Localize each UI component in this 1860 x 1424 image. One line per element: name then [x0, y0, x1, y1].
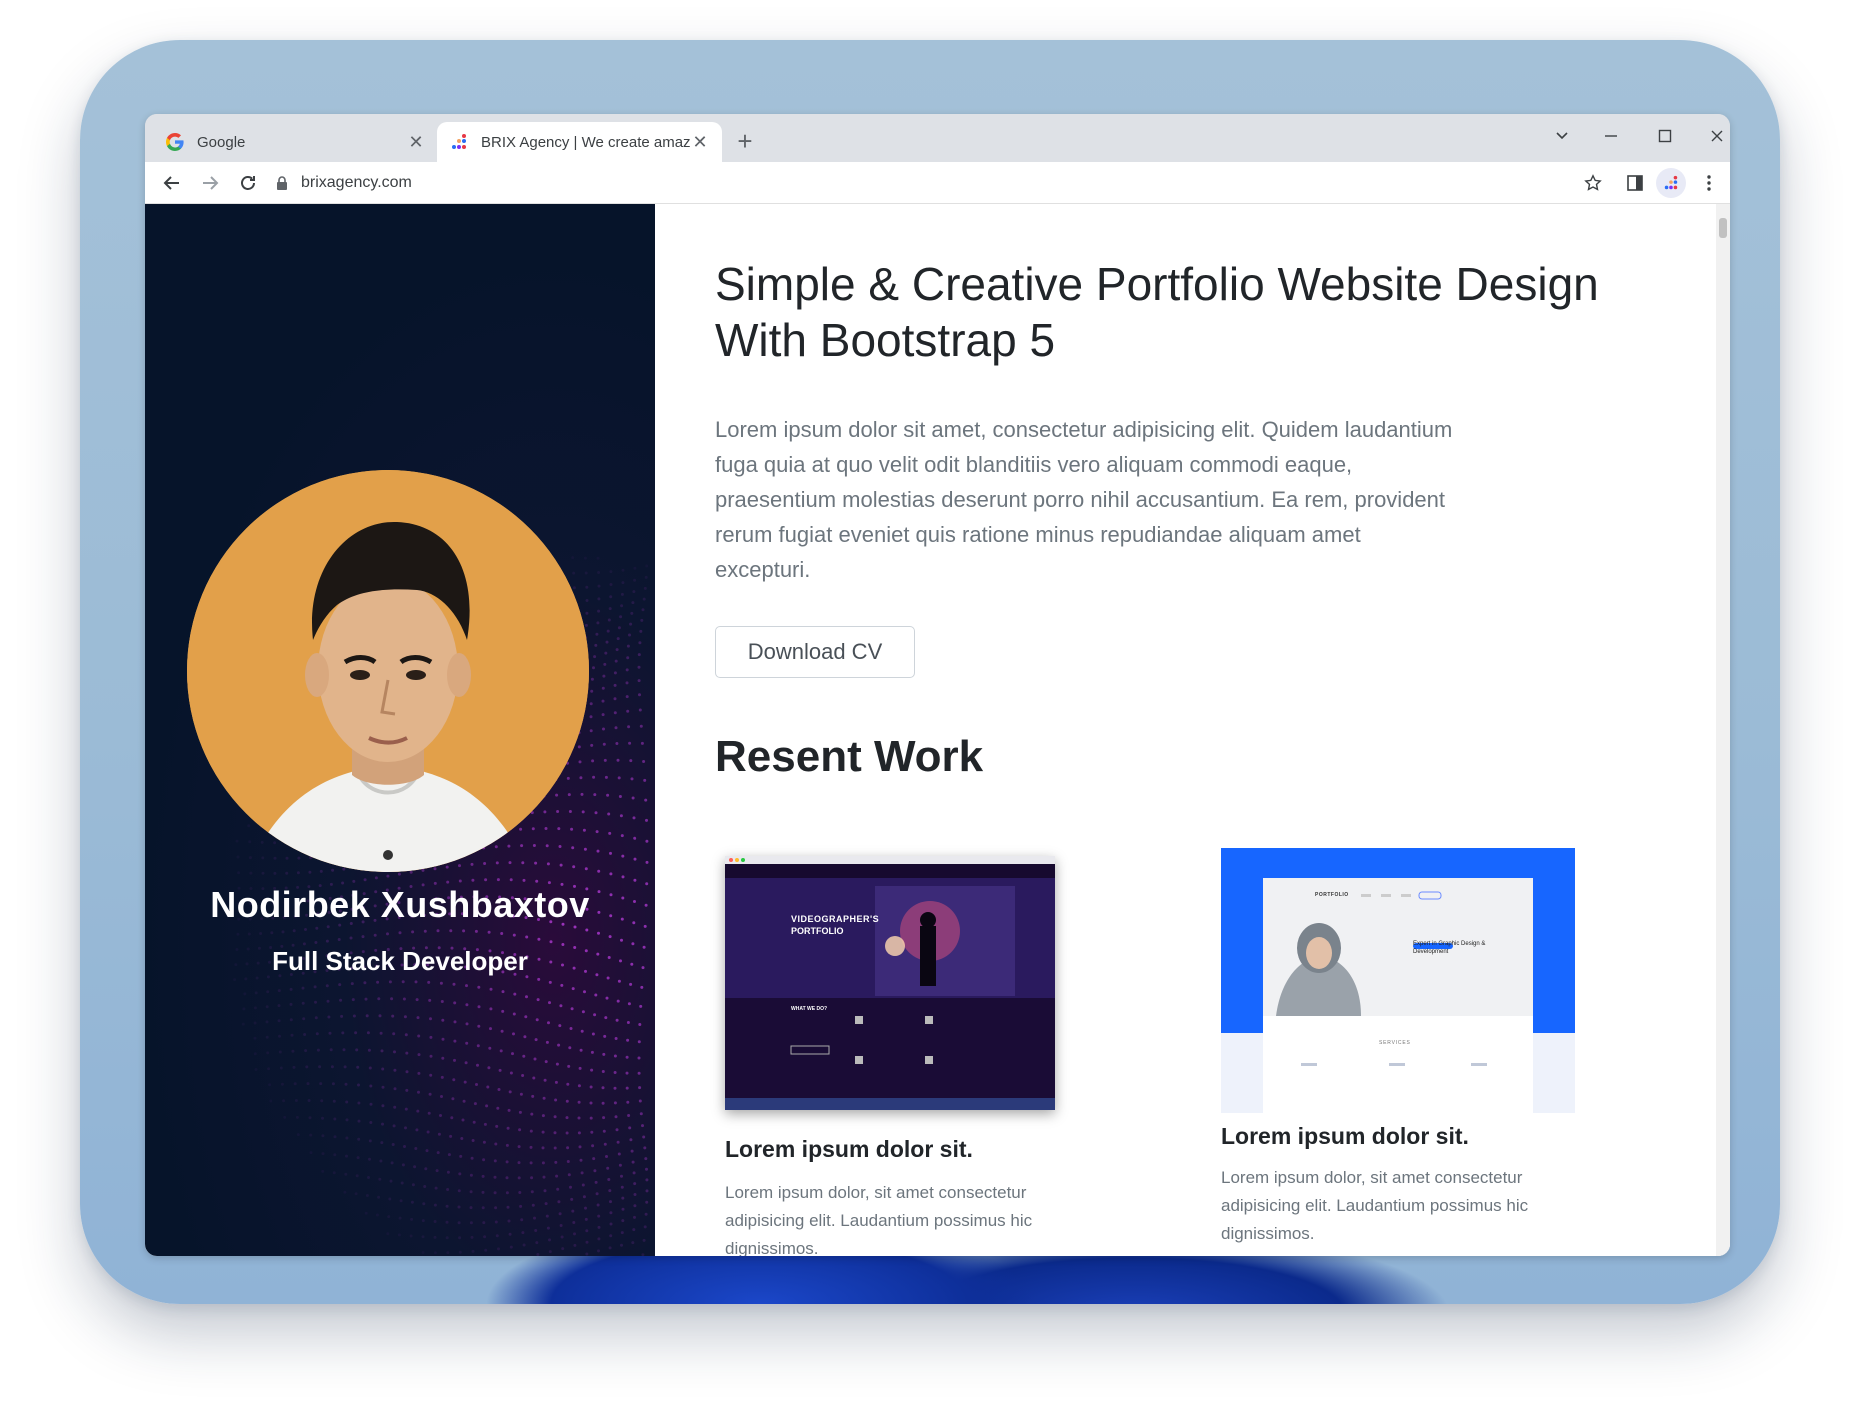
tab-google[interactable]: Google ✕: [153, 122, 438, 162]
tab-search-icon[interactable]: [1540, 122, 1584, 150]
close-tab-icon[interactable]: ✕: [406, 132, 426, 152]
thumb-section-label: SERVICES: [1379, 1040, 1411, 1046]
thumb-hero-line2: PORTFOLIO: [791, 926, 844, 936]
google-g-icon: [165, 132, 185, 152]
close-tab-icon[interactable]: ✕: [690, 132, 710, 152]
thumb-tagline: Expert in Graphic Design & Development: [1413, 941, 1486, 955]
tab-title: Google: [197, 133, 246, 151]
section-title: Resent Work: [715, 732, 984, 781]
profile-name: Nodirbek Xushbaxtov: [210, 884, 590, 925]
menu-kebab-icon[interactable]: [1694, 168, 1724, 198]
url-text: brixagency.com: [301, 174, 412, 191]
work-card-text: Lorem ipsum dolor, sit amet consectetur …: [1221, 1168, 1529, 1243]
work-card[interactable]: VIDEOGRAPHER'S PORTFOLIO WHAT WE DO? Lor…: [725, 856, 1055, 1256]
page-viewport: Nodirbek Xushbaxtov Full Stack Developer…: [145, 204, 1730, 1256]
tab-title: BRIX Agency | We create amazi: [481, 133, 690, 151]
back-arrow-icon[interactable]: [157, 168, 187, 198]
address-bar[interactable]: brixagency.com: [275, 167, 1535, 199]
profile-sidebar: Nodirbek Xushbaxtov Full Stack Developer: [145, 204, 655, 1256]
work-thumbnail[interactable]: VIDEOGRAPHER'S PORTFOLIO WHAT WE DO?: [725, 856, 1055, 1110]
brix-extension-icon[interactable]: [1656, 168, 1686, 198]
thumb-brand: PORTFOLIO: [1315, 892, 1349, 898]
page-title: Simple & Creative Portfolio Website Desi…: [715, 258, 1599, 366]
intro-paragraph: Lorem ipsum dolor sit amet, consectetur …: [715, 417, 1453, 582]
browser-window: Google ✕ BRIX Agency | We create amazi ✕…: [145, 114, 1730, 1256]
reload-icon[interactable]: [233, 168, 263, 198]
side-panel-icon[interactable]: [1620, 168, 1650, 198]
bookmark-star-icon[interactable]: [1578, 168, 1608, 198]
page-scrollbar[interactable]: [1716, 204, 1730, 1256]
lock-icon[interactable]: [275, 174, 293, 192]
work-card[interactable]: PORTFOLIO Expert in Graphic Design & Dev…: [1221, 848, 1575, 1248]
tab-brix[interactable]: BRIX Agency | We create amazi ✕: [437, 122, 722, 162]
work-card-text: Lorem ipsum dolor, sit amet consectetur …: [725, 1183, 1033, 1256]
new-tab-button[interactable]: +: [731, 128, 759, 156]
thumb-hero-line1: VIDEOGRAPHER'S: [791, 914, 880, 924]
work-card-title: Lorem ipsum dolor sit.: [1221, 1123, 1469, 1149]
browser-toolbar: brixagency.com: [145, 162, 1730, 204]
forward-arrow-icon[interactable]: [195, 168, 225, 198]
thumb-section-label: WHAT WE DO?: [791, 1006, 828, 1012]
profile-role: Full Stack Developer: [272, 946, 528, 976]
download-cv-button[interactable]: Download CV: [715, 626, 915, 678]
work-thumbnail[interactable]: PORTFOLIO Expert in Graphic Design & Dev…: [1221, 848, 1575, 1113]
scrollbar-thumb[interactable]: [1719, 218, 1727, 238]
main-content: Simple & Creative Portfolio Website Desi…: [655, 204, 1716, 1256]
close-window-icon[interactable]: [1695, 122, 1730, 150]
tab-strip: Google ✕ BRIX Agency | We create amazi ✕…: [145, 114, 1730, 162]
work-card-title: Lorem ipsum dolor sit.: [725, 1136, 973, 1162]
minimize-icon[interactable]: [1589, 122, 1633, 150]
brix-logo-icon: [449, 132, 469, 152]
maximize-icon[interactable]: [1643, 122, 1687, 150]
avatar: [187, 470, 589, 872]
